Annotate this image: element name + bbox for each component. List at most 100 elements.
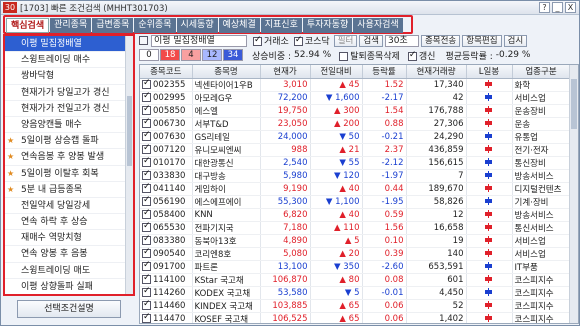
sidebar-item[interactable]: 이평 상향돌파 실패 [5,279,133,294]
sidebar-item[interactable]: 세력이탈 역망치형 [5,295,133,296]
sidebar-item[interactable]: ★ 5분 내 급등종목 [5,182,133,198]
tab-6[interactable]: 지표신호 [260,18,302,33]
stop-delete-checkbox[interactable]: 탈퇴종목삭제 [339,49,400,62]
row-check-icon[interactable] [142,169,151,180]
tab-4[interactable]: 시세동향 [176,18,218,33]
tab-8[interactable]: 사용자검색 [353,18,403,33]
row-check-icon[interactable] [142,221,151,232]
code-cell[interactable]: 002995 [140,91,193,105]
interval-select[interactable]: 30초 [384,34,419,47]
sidebar-item[interactable]: ★ 5일이평 이탈후 회복 [5,166,133,182]
table-row[interactable]: 090540코리엔8호5,080▲ 200.39140서비스업 [140,247,571,261]
table-row[interactable]: 002355넥센타이어1우B3,010▲ 451.5217,340화학 [140,78,571,92]
row-check-icon[interactable] [142,117,151,128]
table-row[interactable]: 114460KINDEX 국고채103,885▲ 650.0652코스피지수 [140,299,571,313]
sidebar-item[interactable]: 스윙트레이딩 매수 [5,52,133,69]
sidebar-item[interactable]: ★ 연속음봉 후 양봉 발생 [5,149,133,166]
table-scrollbar[interactable] [569,65,578,323]
sidebar-item[interactable]: ★ 5일이평 상승캡 돌파 [5,133,133,150]
table-row[interactable]: 091700파트론13,100▼ 350-2.60653,591IT부품 [140,260,571,274]
exchange-checkbox[interactable]: 거래소 [253,34,289,47]
table-row[interactable]: 007630GS리테일24,000▼ 50-0.2124,290유통업 [140,130,571,144]
row-check-icon[interactable] [142,91,151,102]
sidebar-scrollbar[interactable] [125,36,133,294]
sidebar-item[interactable]: 스윙트레이딩 매도 [5,263,133,279]
table-row[interactable]: 056190에스에프에이55,300▼ 1,100-1.9558,826기계·장… [140,195,571,209]
code-cell[interactable]: 002355 [140,78,193,92]
row-check-icon[interactable] [142,299,151,310]
condition-name-field[interactable]: 이평 밀집정배열 [151,34,247,47]
row-check-icon[interactable] [142,182,151,193]
row-check-icon[interactable] [142,208,151,219]
tab-5[interactable]: 예상체결 [218,18,260,33]
row-check-icon[interactable] [142,104,151,115]
minimize-button[interactable]: _ [552,2,563,13]
row-check-icon[interactable] [142,286,151,297]
row-check-icon[interactable] [142,312,151,323]
column-header[interactable]: 종목명 [192,65,261,79]
kosdaq-checkbox[interactable]: 코스닥 [293,34,330,47]
table-row[interactable]: 114470KOSEF 국고채106,525▲ 650.061,402코스피지수 [140,312,571,323]
code-cell[interactable]: 007630 [140,130,193,144]
code-cell[interactable]: 114470 [140,312,193,323]
row-check-icon[interactable] [142,234,151,245]
code-cell[interactable]: 065530 [140,221,193,235]
column-header[interactable]: 현재가 [260,65,311,79]
row-check-icon[interactable] [142,247,151,258]
sidebar-item[interactable]: 재매수 역망치형 [5,230,133,247]
sidebar-item[interactable]: 이평 밀집정배열 [5,36,133,53]
code-cell[interactable]: 007120 [140,143,193,157]
code-cell[interactable]: 114100 [140,273,193,287]
row-check-icon[interactable] [142,130,151,141]
row-check-icon[interactable] [142,273,151,284]
table-row[interactable]: 010170대한광통신2,540▼ 55-2.12156,615통신장비 [140,156,571,170]
row-check-icon[interactable] [142,143,151,154]
row-check-icon[interactable] [142,260,151,271]
sidebar-item[interactable]: 연속 하락 후 상승 [5,214,133,231]
column-header[interactable]: L일봉 [466,65,513,79]
table-row[interactable]: 058400KNN6,820▲ 400.5912방송서비스 [140,208,571,222]
table-row[interactable]: 002995아모레G우72,200▼ 1,600-2.1742서비스업 [140,91,571,105]
table-row[interactable]: 041140게임하이9,190▲ 400.44189,670디지털컨텐츠 [140,182,571,196]
column-header[interactable]: 종목코드 [140,65,193,79]
sidebar-scroll-thumb[interactable] [127,96,132,166]
sidebar-item[interactable]: 연속 양봉 후 음봉 [5,246,133,263]
column-header[interactable]: 등락률 [362,65,407,79]
table-row[interactable]: 006730서부T&D23,050▲ 2000.8827,306운송 [140,117,571,131]
edit-items-button[interactable]: 항목편집 [462,34,502,47]
table-row[interactable]: 114260KODEX 국고채53,580▼ 5-0.014,450코스피지수 [140,286,571,300]
sidebar-item[interactable]: 쌍바닥형 [5,68,133,85]
code-cell[interactable]: 091700 [140,260,193,274]
code-cell[interactable]: 006730 [140,117,193,131]
sidebar-item[interactable]: 현재가가 당일고가 경신 [5,85,133,101]
search-icon[interactable] [139,36,148,45]
table-row[interactable]: 005850에스엘19,750▲ 3001.54176,788운송장비 [140,104,571,118]
row-check-icon[interactable] [142,195,151,206]
close-button[interactable]: X [565,2,576,13]
code-cell[interactable]: 090540 [140,247,193,261]
sidebar-item[interactable]: 현재가가 전일고가 경신 [5,101,133,117]
code-cell[interactable]: 033830 [140,169,193,183]
table-row[interactable]: 114100KStar 국고채106,870▲ 800.08601코스피지수 [140,273,571,287]
table-row[interactable]: 083380동북아13호4,890▲ 50.1019서비스업 [140,234,571,248]
tab-7[interactable]: 투자자동향 [302,18,353,33]
column-header[interactable]: 현재거래량 [406,65,467,79]
sidebar-item[interactable]: 전일약세 당일강세 [5,198,133,215]
tab-2[interactable]: 급변종목 [92,18,134,33]
code-cell[interactable]: 083380 [140,234,193,248]
table-row[interactable]: 065530전파기지국7,180▲ 1101.5616,658통신서비스 [140,221,571,235]
code-cell[interactable]: 058400 [140,208,193,222]
code-cell[interactable]: 056190 [140,195,193,209]
filter-button[interactable]: 필터 [333,34,358,47]
table-row[interactable]: 033830대구방송5,980▼ 120-1.977방송서비스 [140,169,571,183]
sidebar-item[interactable]: 양음양캔틀 매수 [5,117,133,134]
tab-3[interactable]: 순위종목 [134,18,176,33]
row-check-icon[interactable] [142,156,151,167]
column-header[interactable]: 전일대비 [310,65,363,79]
code-cell[interactable]: 114260 [140,286,193,300]
code-cell[interactable]: 114460 [140,299,193,313]
column-header[interactable]: 업종구분 [512,65,571,79]
code-cell[interactable]: 010170 [140,156,193,170]
table-scroll-thumb[interactable] [571,79,577,129]
row-check-icon[interactable] [142,78,151,89]
